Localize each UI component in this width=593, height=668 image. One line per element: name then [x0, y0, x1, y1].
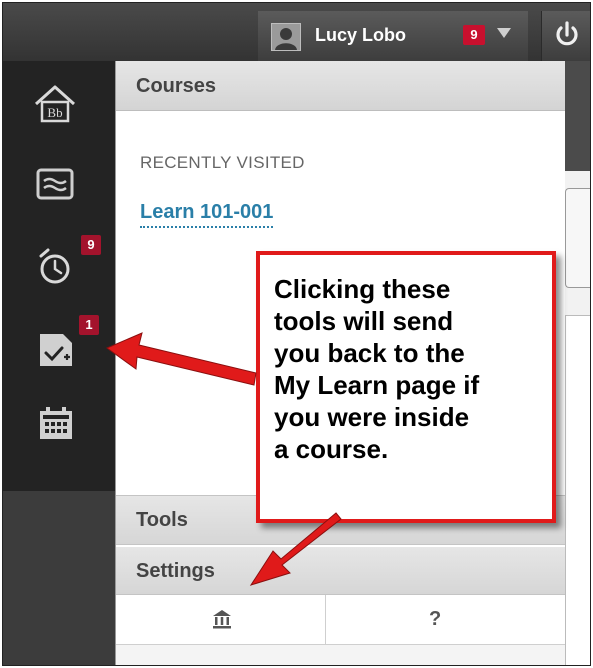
arrow-to-nav-icon [105, 332, 257, 386]
arrow-to-settings-icon [249, 512, 342, 586]
screenshot-frame: Lucy Lobo 9 Bb 9 1 Courses RECENTLY VISI… [2, 2, 591, 666]
annotation-arrows [105, 332, 342, 586]
